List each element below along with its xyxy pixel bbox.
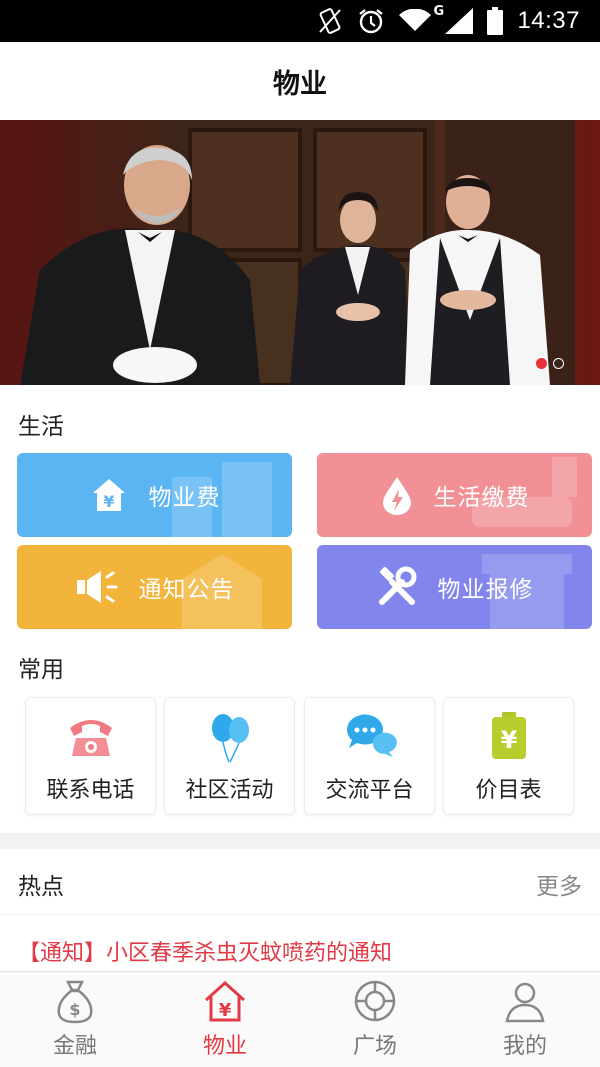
common-label: 联系电话 [46,778,135,803]
service-label: 物业费 [148,485,221,511]
tab-label: 我的 [502,1034,547,1059]
svg-text:¥: ¥ [500,726,517,754]
common-label: 价目表 [475,778,542,803]
money-bag-icon: $ [0,978,150,1024]
vibrate-icon [317,7,343,35]
telephone-icon [26,710,155,764]
svg-text:$: $ [69,1000,80,1019]
house-yen-icon: ¥ [150,978,300,1024]
water-drop-bolt-icon [380,475,414,515]
lifebuoy-icon [300,978,450,1024]
service-label: 生活缴费 [433,485,530,511]
tab-label: 物业 [202,1034,247,1059]
network-type-label: G [433,4,445,19]
common-card-exchange-platform[interactable]: 交流平台 [304,697,435,815]
main-content: 生活 ¥ 物业费 生活缴费 通知公告 物业报修 常用 联系电话 社区活动 交流平… [0,385,600,833]
tab-finance[interactable]: $ 金融 [0,972,150,1067]
svg-text:¥: ¥ [219,1000,232,1021]
status-bar: G 14:37 [0,0,600,42]
alarm-icon [357,7,385,35]
tools-icon [376,566,418,608]
tab-label: 金融 [52,1034,97,1059]
service-card-notices[interactable]: 通知公告 [17,545,292,629]
news-tag: 【通知】 [18,941,107,966]
banner-carousel[interactable] [0,120,600,385]
banner-image [0,120,600,385]
service-card-utility-payment[interactable]: 生活缴费 [317,453,592,537]
status-time: 14:37 [517,7,580,34]
common-card-community-events[interactable]: 社区活动 [164,697,295,815]
section-title-life: 生活 [18,414,64,440]
hot-title: 热点 [18,874,64,900]
news-item[interactable]: 【通知】小区春季杀虫灭蚊喷药的通知 [18,935,392,967]
battery-icon [487,7,504,35]
tab-plaza[interactable]: 广场 [300,972,450,1067]
megaphone-icon [75,567,119,607]
balloons-icon [165,710,294,764]
more-link[interactable]: 更多 [536,867,582,901]
carousel-dot[interactable] [553,358,564,369]
section-divider [0,833,600,849]
common-card-price-list[interactable]: ¥ 价目表 [443,697,574,815]
hot-section: 热点 更多 【通知】小区春季杀虫灭蚊喷药的通知 [0,849,600,971]
bottom-tab-bar: $ 金融 ¥ 物业 广场 我的 [0,971,600,1067]
service-card-property-fee[interactable]: ¥ 物业费 [17,453,292,537]
common-label: 交流平台 [325,778,414,803]
page-header: 物业 [0,42,600,120]
tab-label: 广场 [352,1034,397,1059]
status-icons: G 14:37 [317,0,580,42]
wifi-icon [399,9,432,33]
house-yen-icon: ¥ [89,475,129,515]
page-title: 物业 [273,68,327,100]
carousel-indicator [536,358,564,369]
app-screen: G 14:37 物业 生活 ¥ 物业费 生活缴费 通知公告 物业报修 常用 联系… [0,0,600,1067]
service-card-repair[interactable]: 物业报修 [317,545,592,629]
signal-icon: G [433,4,474,34]
price-list-icon: ¥ [444,710,573,764]
carousel-dot-active[interactable] [536,358,547,369]
service-label: 通知公告 [138,577,235,603]
service-label: 物业报修 [437,577,534,603]
user-icon [450,978,600,1024]
common-label: 社区活动 [185,778,274,803]
tab-mine[interactable]: 我的 [450,972,600,1067]
svg-text:¥: ¥ [103,492,114,511]
section-title-common: 常用 [18,657,64,683]
tab-property[interactable]: ¥ 物业 [150,972,300,1067]
hot-header: 热点 更多 [0,849,600,915]
common-card-contact-phone[interactable]: 联系电话 [25,697,156,815]
news-title: 小区春季杀虫灭蚊喷药的通知 [106,941,393,966]
chat-bubbles-icon [305,710,434,764]
